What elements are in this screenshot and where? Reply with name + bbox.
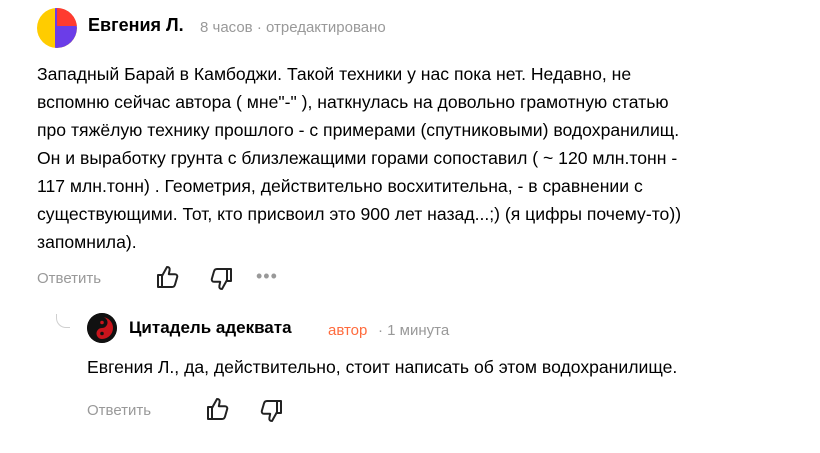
reply-meta: · 1 минута xyxy=(378,322,450,339)
comment-meta: 8 часов · отредактировано xyxy=(200,19,386,36)
thumbs-up-icon[interactable] xyxy=(205,396,231,422)
thumbs-up-icon[interactable] xyxy=(155,264,181,290)
thumbs-down-icon[interactable] xyxy=(208,266,234,292)
more-dots-icon[interactable]: ••• xyxy=(256,266,278,287)
author-badge: автор xyxy=(328,322,368,339)
comment-text: Западный Барай в Камбоджи. Такой техники… xyxy=(37,64,682,252)
reply-button-2[interactable]: Ответить xyxy=(87,402,151,419)
yin-yang-icon[interactable] xyxy=(87,313,117,343)
avatar-shape-red xyxy=(57,8,77,26)
thumbs-down-icon[interactable] xyxy=(258,398,284,424)
reply-author-name[interactable]: Цитадель адеквата xyxy=(129,318,292,338)
reply-button[interactable]: Ответить xyxy=(37,270,101,287)
avatar[interactable] xyxy=(37,8,77,48)
comment-author-name[interactable]: Евгения Л. xyxy=(88,15,184,36)
reply-text: Евгения Л., да, действительно, стоит нап… xyxy=(87,357,678,377)
thread-connector xyxy=(56,314,70,328)
